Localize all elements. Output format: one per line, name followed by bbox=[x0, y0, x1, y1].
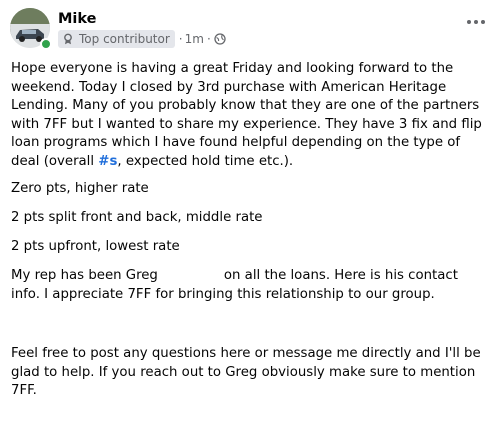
contributor-badge[interactable]: Top contributor bbox=[58, 30, 175, 48]
post-paragraph-option-3: 2 pts upfront, lowest rate bbox=[11, 239, 180, 255]
post-time[interactable]: 1m bbox=[185, 32, 204, 46]
post-card: Mike Top contributor · 1m · Hope everyon… bbox=[0, 0, 497, 430]
post-paragraph-option-2: 2 pts split front and back, middle rate bbox=[11, 210, 263, 226]
author-name[interactable]: Mike bbox=[58, 11, 97, 27]
badge-icon bbox=[64, 33, 72, 45]
post-paragraph-option-1: Zero pts, higher rate bbox=[11, 181, 149, 197]
post-paragraph-rep: My rep has been Greg on all the loans. He… bbox=[11, 268, 458, 302]
more-horizontal-icon bbox=[467, 20, 471, 24]
post-header: Mike Top contributor · 1m · bbox=[10, 8, 487, 52]
meta-dot: · bbox=[206, 32, 211, 46]
post-meta: Top contributor · 1m · bbox=[58, 30, 226, 48]
post-paragraph-intro: Hope everyone is having a great Friday a… bbox=[11, 61, 482, 169]
more-options-button[interactable] bbox=[465, 14, 487, 30]
post-body: Hope everyone is having a great Friday a… bbox=[11, 60, 489, 409]
meta-separator: · bbox=[178, 32, 183, 46]
hashtag-link[interactable]: #s bbox=[98, 154, 117, 169]
post-paragraph-closing: Feel free to post any questions here or … bbox=[11, 346, 481, 399]
badge-label: Top contributor bbox=[79, 32, 170, 46]
blank-space bbox=[11, 313, 489, 345]
online-status-dot bbox=[40, 38, 52, 50]
globe-icon[interactable] bbox=[214, 33, 226, 45]
